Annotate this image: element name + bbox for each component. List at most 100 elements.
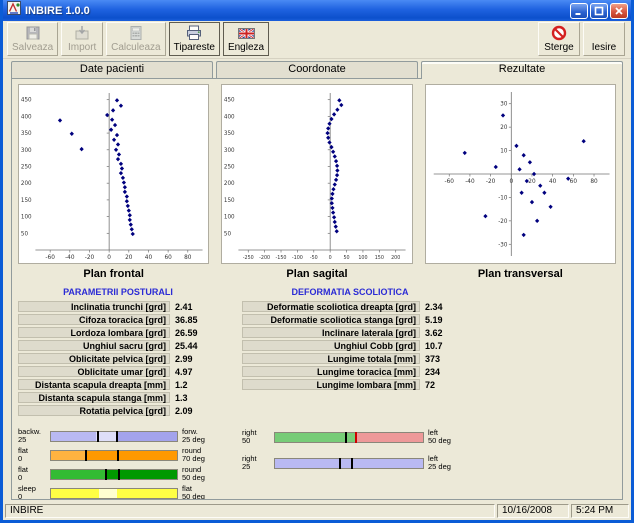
data-point (527, 160, 531, 164)
gauge-bar (274, 432, 424, 443)
gauge-left-label: right50 (242, 429, 274, 445)
language-label: Engleza (228, 42, 264, 53)
save-label: Salveaza (12, 42, 53, 53)
scoliotic-gauges: right50left50 degright25left25 deg (242, 428, 466, 500)
param-row: Oblicitate pelvica [grd]2.99 (18, 353, 228, 364)
param-value: 2.09 (170, 406, 193, 416)
calculate-button[interactable]: Calculeaza (106, 22, 165, 56)
data-point (538, 184, 542, 188)
param-row: Unghiul sacru [grd]25.44 (18, 340, 228, 351)
data-point (116, 142, 120, 146)
gauge-row: backw.25 forw.25 deg (18, 428, 232, 444)
gauge-left-label: flat0 (18, 447, 50, 463)
save-button[interactable]: Salveaza (7, 22, 58, 56)
status-bar: INBIRE 10/16/2008 5:24 PM (3, 502, 631, 520)
gauge-marker (339, 458, 341, 469)
tab-rezultate[interactable]: Rezultate (421, 61, 623, 79)
param-value: 4.97 (170, 367, 193, 377)
param-label: Unghiul Cobb [grd] (242, 340, 420, 351)
data-point (331, 210, 335, 214)
printer-icon (186, 25, 202, 41)
svg-text:-20: -20 (486, 179, 496, 185)
data-point (336, 108, 340, 112)
data-point (109, 128, 113, 132)
gauge-row: flat0 round70 deg (18, 447, 232, 463)
results-panel: -60-40-200204060805010015020025030035040… (11, 78, 623, 500)
gauge-row: right25left25 deg (242, 455, 466, 471)
gauge-left-label: sleep0 (18, 485, 50, 500)
data-point (117, 152, 121, 156)
data-point (112, 138, 116, 142)
data-point (125, 194, 129, 198)
svg-text:-40: -40 (465, 179, 475, 185)
gauge-bar (50, 469, 178, 480)
data-point (328, 122, 332, 126)
svg-text:400: 400 (21, 114, 32, 120)
titlebar[interactable]: INBIRE 1.0.0 (3, 0, 631, 21)
param-label: Oblicitate umar [grd] (18, 366, 170, 377)
maximize-button[interactable] (590, 3, 608, 19)
data-point (115, 98, 119, 102)
toolbar: Salveaza Import Calculeaza Tipareste Eng… (3, 21, 631, 59)
print-button[interactable]: Tipareste (169, 22, 220, 56)
gauge-marker (345, 432, 347, 443)
svg-text:-60: -60 (45, 255, 55, 261)
gauge-segment (51, 432, 96, 441)
gauge-right-label: round70 deg (178, 447, 220, 463)
param-label: Deformatie scoliotica stanga [grd] (242, 314, 420, 325)
gauge-bar (50, 488, 178, 499)
app-icon (7, 1, 21, 20)
data-point (483, 214, 487, 218)
data-point (126, 204, 130, 208)
postural-parameters-header: PARAMETRII POSTURALI (18, 287, 218, 297)
language-button[interactable]: Engleza (223, 22, 269, 56)
svg-text:-50: -50 (310, 255, 318, 261)
data-point (334, 159, 338, 163)
transversal-scatter-plot: -60-40-20020406080-30-20-10102030 (426, 86, 615, 262)
tab-date-pacienti[interactable]: Date pacienti (11, 61, 213, 78)
data-point (335, 164, 339, 168)
svg-text:250: 250 (224, 164, 235, 170)
data-point (328, 140, 332, 144)
calculator-icon (128, 25, 144, 41)
param-label: Distanta scapula stanga [mm] (18, 392, 170, 403)
transversal-plot-column: -60-40-20020406080-30-20-10102030 Plan t… (425, 84, 616, 286)
data-point (331, 150, 335, 154)
data-point (542, 191, 546, 195)
param-label: Lordoza lombara [grd] (18, 327, 170, 338)
svg-text:80: 80 (184, 255, 192, 261)
data-point (333, 220, 337, 224)
exit-button[interactable]: Iesire (583, 22, 625, 56)
data-point (115, 133, 119, 137)
import-button[interactable]: Import (61, 22, 103, 56)
data-point (521, 153, 525, 157)
delete-button[interactable]: Sterge (538, 22, 580, 56)
scoliotic-parameters-column: DEFORMATIA SCOLIOTICA Deformatie scoliot… (242, 287, 468, 418)
param-row: Distanta scapula stanga [mm]1.3 (18, 392, 228, 403)
param-row: Inclinare laterala [grd]3.62 (242, 327, 468, 338)
data-point (130, 227, 134, 231)
data-point (110, 118, 114, 122)
tab-coordonate[interactable]: Coordonate (216, 61, 418, 78)
gauge-left-label: backw.25 (18, 428, 50, 444)
gauge-right-label: forw.25 deg (178, 428, 220, 444)
param-label: Lungime toracica [mm] (242, 366, 420, 377)
param-value: 1.3 (170, 393, 188, 403)
minimize-button[interactable] (570, 3, 588, 19)
status-time: 5:24 PM (571, 504, 629, 518)
svg-text:0: 0 (509, 179, 513, 185)
data-point (119, 171, 123, 175)
svg-text:150: 150 (224, 198, 235, 204)
window-title: INBIRE 1.0.0 (25, 5, 566, 17)
gauge-bar (50, 450, 178, 461)
param-label: Oblicitate pelvica [grd] (18, 353, 170, 364)
exit-label: Iesire (592, 42, 616, 53)
gauge-segment (275, 459, 423, 468)
close-button[interactable] (610, 3, 628, 19)
svg-text:-30: -30 (498, 242, 508, 248)
svg-text:40: 40 (145, 255, 153, 261)
scoliotic-parameters-header: DEFORMATIA SCOLIOTICA (242, 287, 458, 297)
gauge-right-label: left25 deg (424, 455, 466, 471)
status-date: 10/16/2008 (497, 504, 569, 518)
svg-text:100: 100 (21, 215, 32, 221)
